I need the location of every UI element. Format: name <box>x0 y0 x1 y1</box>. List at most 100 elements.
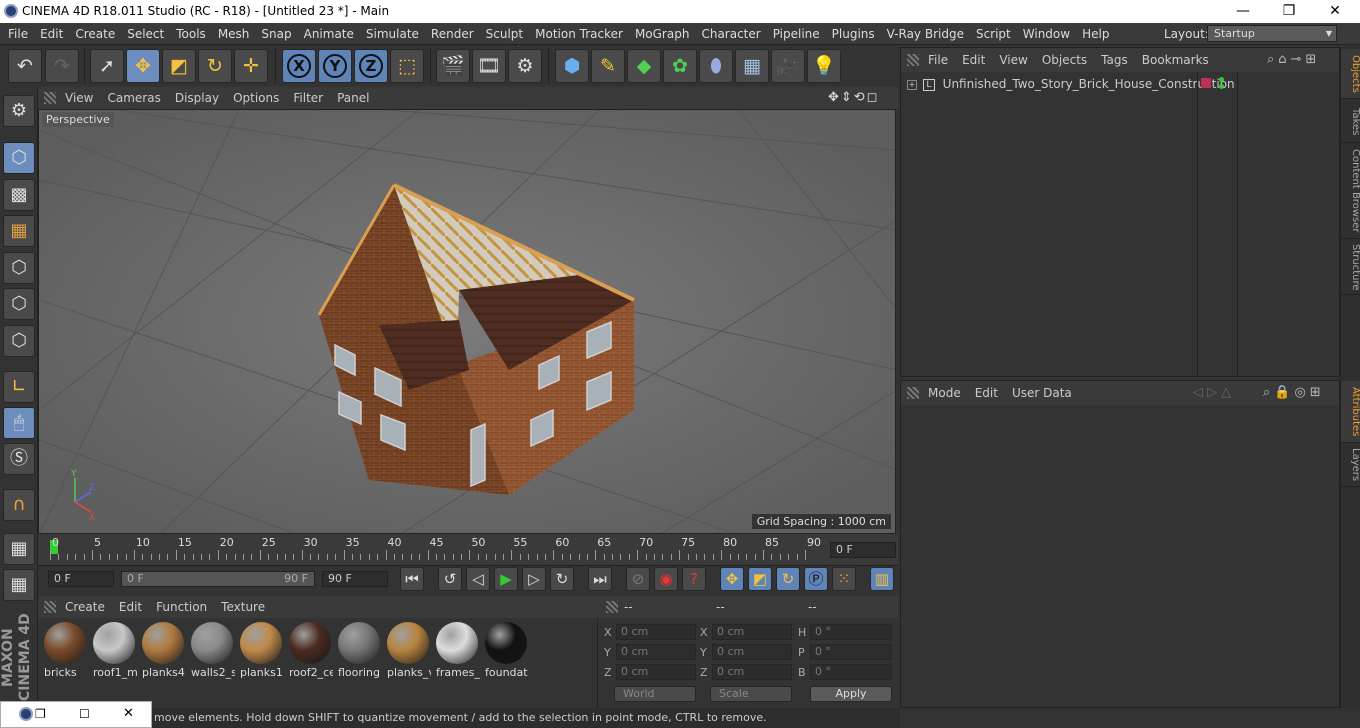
tab-layers[interactable]: Layers <box>1341 443 1360 487</box>
live-selection-icon[interactable]: ➚ <box>90 49 124 83</box>
panel-grip[interactable] <box>44 92 56 104</box>
rotate-tool-icon[interactable]: ↻ <box>198 49 232 83</box>
menu-script[interactable]: Script <box>970 23 1017 45</box>
record-rotation-icon[interactable]: ↻ <box>776 567 800 591</box>
tab-takes[interactable]: Takes <box>1341 101 1360 143</box>
rot-b-field[interactable]: 0 ° <box>810 664 892 680</box>
render-to-picture-viewer-icon[interactable]: 🎞 <box>472 49 506 83</box>
y-axis-lock-button[interactable]: Y <box>318 49 352 83</box>
pen-spline-icon[interactable]: ✎ <box>591 49 625 83</box>
attribute-nav-arrows[interactable]: ◁▷△ <box>1193 385 1235 400</box>
editor-visibility-dot[interactable] <box>1219 77 1224 82</box>
object-menu-view[interactable]: View <box>992 48 1034 72</box>
next-frame-icon[interactable]: ▷ <box>522 567 546 591</box>
menu-pipeline[interactable]: Pipeline <box>767 23 826 45</box>
menu-mesh[interactable]: Mesh <box>212 23 256 45</box>
material-menu-function[interactable]: Function <box>149 596 214 618</box>
previous-key-icon[interactable]: ↺ <box>438 567 462 591</box>
go-to-end-icon[interactable]: ⏭ <box>588 567 612 591</box>
menu-mograph[interactable]: MoGraph <box>629 23 696 45</box>
panel-grip[interactable] <box>907 387 919 399</box>
make-editable-icon[interactable]: ⚙ <box>3 95 35 127</box>
coordinate-mode-dropdown[interactable]: World <box>614 686 696 702</box>
light-icon[interactable]: 💡 <box>807 49 841 83</box>
points-mode-icon[interactable]: ⬡ <box>3 252 35 284</box>
material-swatch[interactable]: planks1 <box>238 620 284 679</box>
object-search-icons[interactable]: ⌕⌂⊸⊞ <box>1267 52 1320 67</box>
object-menu-file[interactable]: File <box>921 48 955 72</box>
go-to-start-icon[interactable]: ⏮ <box>400 567 424 591</box>
pos-z-field[interactable]: 0 cm <box>616 664 696 680</box>
floor-icon[interactable]: ▦ <box>735 49 769 83</box>
autokey-icon[interactable]: ◉ <box>654 567 678 591</box>
viewport-menu-options[interactable]: Options <box>226 87 286 109</box>
menu-window[interactable]: Window <box>1017 23 1076 45</box>
menu-character[interactable]: Character <box>695 23 766 45</box>
timeline-window-icon[interactable]: ▥ <box>870 567 894 591</box>
undo-icon[interactable]: ↶ <box>8 49 42 83</box>
solo-mode-icon[interactable]: Ⓢ <box>3 443 35 475</box>
next-key-icon[interactable]: ↻ <box>550 567 574 591</box>
viewport-menu-cameras[interactable]: Cameras <box>100 87 167 109</box>
viewport-menu-view[interactable]: View <box>58 87 100 109</box>
rot-h-field[interactable]: 0 ° <box>810 624 892 640</box>
menu-edit[interactable]: Edit <box>34 23 69 45</box>
play-icon[interactable]: ▶ <box>494 567 518 591</box>
object-menu-tags[interactable]: Tags <box>1094 48 1135 72</box>
previous-frame-icon[interactable]: ◁ <box>466 567 490 591</box>
camera-icon[interactable]: 🎥 <box>771 49 805 83</box>
texture-mode-icon[interactable]: ▩ <box>3 179 35 211</box>
viewport-navigation-icons[interactable]: ✥⇕⟲◻ <box>828 90 879 105</box>
material-swatch[interactable]: planks4 <box>140 620 186 679</box>
tweak-mode-icon[interactable]: 🖱 <box>3 407 35 439</box>
record-keys-icon[interactable]: ⊘ <box>626 567 650 591</box>
panel-grip[interactable] <box>606 601 618 613</box>
tab-content-browser[interactable]: Content Browser <box>1341 143 1360 239</box>
start-frame-field[interactable]: 0 F <box>48 571 114 587</box>
axis-mode-icon[interactable]: ∟ <box>3 371 35 403</box>
expand-icon[interactable]: + <box>907 79 917 90</box>
object-name[interactable]: Unfinished_Two_Story_Brick_House_Constru… <box>943 77 1235 91</box>
menu-simulate[interactable]: Simulate <box>360 23 425 45</box>
model-mode-icon[interactable]: ⬡ <box>3 142 35 174</box>
deformer-icon[interactable]: ⬮ <box>699 49 733 83</box>
menu-create[interactable]: Create <box>69 23 121 45</box>
object-menu-objects[interactable]: Objects <box>1035 48 1094 72</box>
minimized-window[interactable]: ❐ ☐ ✕ <box>0 701 152 728</box>
render-view-icon[interactable]: 🎬 <box>436 49 470 83</box>
material-swatch[interactable]: roof1_m <box>91 620 137 679</box>
menu-help[interactable]: Help <box>1076 23 1115 45</box>
frame-range-slider[interactable]: 0 F 90 F <box>121 571 315 587</box>
z-axis-lock-button[interactable]: Z <box>354 49 388 83</box>
render-settings-icon[interactable]: ⚙ <box>508 49 542 83</box>
material-swatch[interactable]: frames_v <box>434 620 480 679</box>
record-parameter-icon[interactable]: Ⓟ <box>804 567 828 591</box>
edges-mode-icon[interactable]: ⬡ <box>3 288 35 320</box>
redo-icon[interactable]: ↷ <box>45 49 79 83</box>
material-swatch[interactable]: bricks <box>42 620 88 679</box>
material-menu-texture[interactable]: Texture <box>214 596 272 618</box>
panel-grip[interactable] <box>44 601 56 613</box>
menu-select[interactable]: Select <box>121 23 170 45</box>
menu-vray-bridge[interactable]: V-Ray Bridge <box>881 23 970 45</box>
menu-snap[interactable]: Snap <box>255 23 297 45</box>
menu-render[interactable]: Render <box>425 23 480 45</box>
maximize-icon[interactable]: ☐ <box>79 707 90 721</box>
material-swatch[interactable]: planks_v <box>385 620 431 679</box>
scale-tool-icon[interactable]: ◩ <box>162 49 196 83</box>
record-point-level-icon[interactable]: ⁙ <box>832 567 856 591</box>
menu-motion-tracker[interactable]: Motion Tracker <box>529 23 629 45</box>
render-visibility-dot[interactable] <box>1219 84 1224 89</box>
menu-tools[interactable]: Tools <box>170 23 212 45</box>
pos-y-field[interactable]: 0 cm <box>616 644 696 660</box>
size-z-field[interactable]: 0 cm <box>712 664 792 680</box>
move-tool-icon[interactable]: ✥ <box>126 49 160 83</box>
timeline-ruler[interactable]: 0 5 10 15 20 25 30 35 40 45 50 55 60 65 70 75 80 85 90 0 F <box>38 534 898 566</box>
cloner-icon[interactable]: ✿ <box>663 49 697 83</box>
material-swatch[interactable]: walls2_s <box>189 620 235 679</box>
viewport-menu-display[interactable]: Display <box>168 87 226 109</box>
minimize-button[interactable]: — <box>1220 0 1266 23</box>
attribute-menu-edit[interactable]: Edit <box>968 381 1005 405</box>
restore-icon[interactable]: ❐ <box>35 707 46 721</box>
workplane-icon[interactable]: ▦ <box>3 533 35 565</box>
